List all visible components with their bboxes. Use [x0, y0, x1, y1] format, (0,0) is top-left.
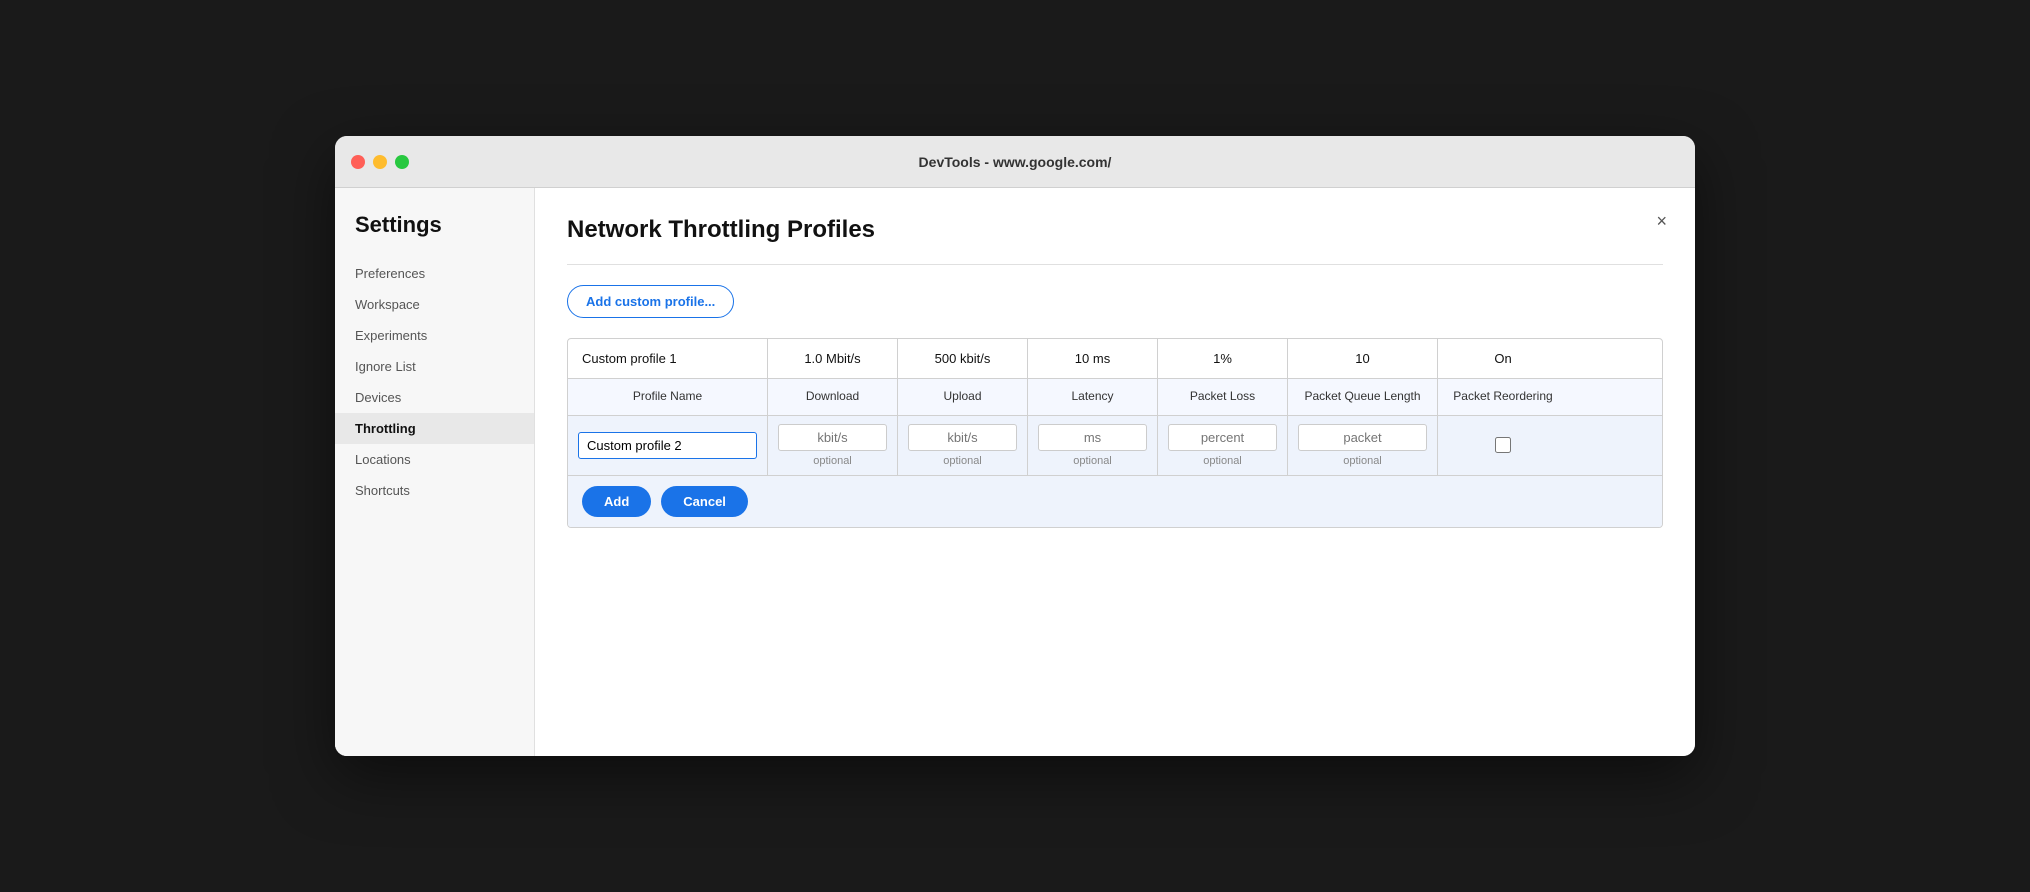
existing-profile-name: Custom profile 1 — [568, 339, 768, 378]
existing-profile-upload: 500 kbit/s — [898, 339, 1028, 378]
window-body: Settings Preferences Workspace Experimen… — [335, 188, 1695, 756]
main-content: × Network Throttling Profiles Add custom… — [535, 188, 1695, 756]
close-button[interactable]: × — [1656, 212, 1667, 230]
sidebar-item-locations[interactable]: Locations — [335, 444, 534, 475]
download-optional-hint: optional — [813, 455, 852, 467]
header-upload: Upload — [898, 379, 1028, 415]
profile-name-input[interactable] — [578, 432, 757, 459]
upload-optional-hint: optional — [943, 455, 982, 467]
sidebar-item-experiments[interactable]: Experiments — [335, 320, 534, 351]
existing-profile-packet-reordering: On — [1438, 339, 1568, 378]
packet-queue-input[interactable] — [1298, 424, 1427, 451]
sidebar-item-throttling[interactable]: Throttling — [335, 413, 534, 444]
table-header-row: Profile Name Download Upload Latency Pac… — [568, 379, 1662, 416]
latency-optional-hint: optional — [1073, 455, 1112, 467]
sidebar-item-workspace[interactable]: Workspace — [335, 289, 534, 320]
latency-input[interactable] — [1038, 424, 1147, 451]
header-packet-queue: Packet Queue Length — [1288, 379, 1438, 415]
download-input[interactable] — [778, 424, 887, 451]
traffic-lights — [351, 155, 409, 169]
add-custom-profile-button[interactable]: Add custom profile... — [567, 285, 734, 318]
packet-loss-optional-hint: optional — [1203, 455, 1242, 467]
sidebar-item-preferences[interactable]: Preferences — [335, 258, 534, 289]
actions-row: Add Cancel — [568, 476, 1662, 527]
new-profile-download-cell: optional — [768, 416, 898, 475]
sidebar-heading: Settings — [335, 212, 534, 258]
add-button[interactable]: Add — [582, 486, 651, 517]
existing-profile-packet-loss: 1% — [1158, 339, 1288, 378]
new-profile-packet-queue-cell: optional — [1288, 416, 1438, 475]
header-download: Download — [768, 379, 898, 415]
sidebar: Settings Preferences Workspace Experimen… — [335, 188, 535, 756]
new-profile-latency-cell: optional — [1028, 416, 1158, 475]
packet-loss-input[interactable] — [1168, 424, 1277, 451]
existing-profile-packet-queue: 10 — [1288, 339, 1438, 378]
existing-profile-latency: 10 ms — [1028, 339, 1158, 378]
packet-queue-optional-hint: optional — [1343, 455, 1382, 467]
new-profile-row: optional optional optional optional — [568, 416, 1662, 476]
maximize-traffic-light[interactable] — [395, 155, 409, 169]
close-traffic-light[interactable] — [351, 155, 365, 169]
titlebar: DevTools - www.google.com/ — [335, 136, 1695, 188]
header-packet-loss: Packet Loss — [1158, 379, 1288, 415]
existing-profile-row: Custom profile 1 1.0 Mbit/s 500 kbit/s 1… — [568, 339, 1662, 379]
new-profile-reordering-cell — [1438, 416, 1568, 475]
upload-input[interactable] — [908, 424, 1017, 451]
cancel-button[interactable]: Cancel — [661, 486, 748, 517]
header-packet-reordering: Packet Reordering — [1438, 379, 1568, 415]
new-profile-packet-loss-cell: optional — [1158, 416, 1288, 475]
header-name: Profile Name — [568, 379, 768, 415]
devtools-window: DevTools - www.google.com/ Settings Pref… — [335, 136, 1695, 756]
titlebar-title: DevTools - www.google.com/ — [919, 154, 1112, 170]
page-title: Network Throttling Profiles — [567, 216, 1663, 244]
new-profile-name-cell — [568, 416, 768, 475]
new-profile-upload-cell: optional — [898, 416, 1028, 475]
profiles-table: Custom profile 1 1.0 Mbit/s 500 kbit/s 1… — [567, 338, 1663, 528]
packet-reordering-checkbox[interactable] — [1495, 437, 1511, 453]
sidebar-item-shortcuts[interactable]: Shortcuts — [335, 475, 534, 506]
sidebar-item-ignore-list[interactable]: Ignore List — [335, 351, 534, 382]
header-latency: Latency — [1028, 379, 1158, 415]
divider — [567, 264, 1663, 265]
minimize-traffic-light[interactable] — [373, 155, 387, 169]
sidebar-item-devices[interactable]: Devices — [335, 382, 534, 413]
existing-profile-download: 1.0 Mbit/s — [768, 339, 898, 378]
